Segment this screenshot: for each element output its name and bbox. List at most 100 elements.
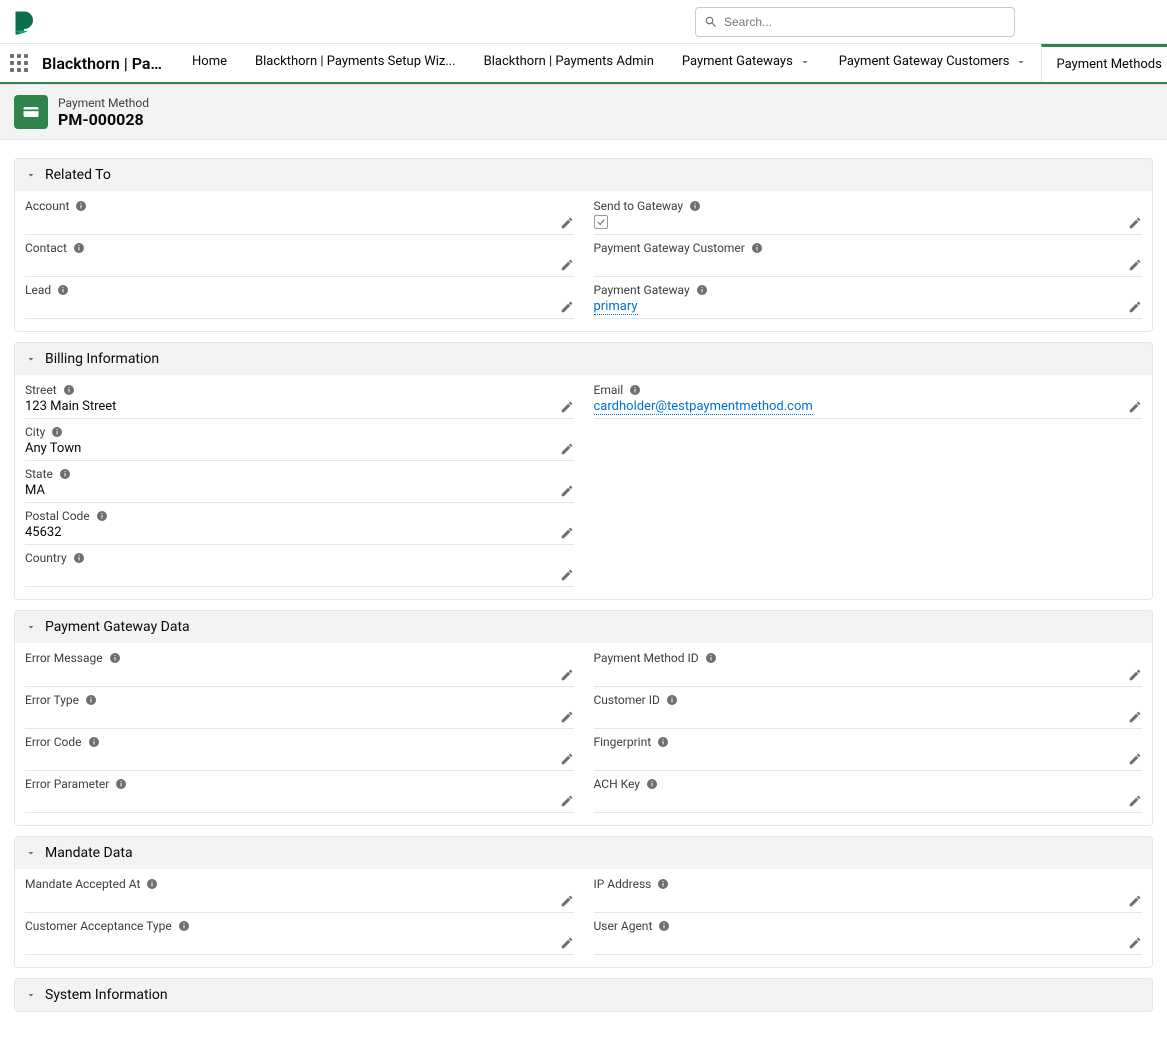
pencil-icon[interactable] xyxy=(560,484,574,498)
nav-tab[interactable]: Blackthorn | Payments Admin xyxy=(470,44,668,82)
field-label: Contact xyxy=(25,241,67,255)
info-icon[interactable] xyxy=(696,284,708,296)
info-icon[interactable] xyxy=(115,778,127,790)
section-mandate-data: Mandate Data Mandate Accepted AtCustomer… xyxy=(14,836,1153,968)
chevron-down-icon[interactable] xyxy=(799,56,811,68)
field-value: 123 Main Street xyxy=(25,399,116,414)
info-icon[interactable] xyxy=(63,384,75,396)
form-field: Fingerprint xyxy=(594,731,1143,773)
info-icon[interactable] xyxy=(75,200,87,212)
section-header[interactable]: Billing Information xyxy=(15,343,1152,375)
nav-tab-label: Payment Gateway Customers xyxy=(839,54,1010,69)
chevron-down-icon xyxy=(25,847,37,859)
field-label: Lead xyxy=(25,283,51,297)
link[interactable]: cardholder@testpaymentmethod.com xyxy=(594,399,813,415)
pencil-icon[interactable] xyxy=(560,894,574,908)
info-icon[interactable] xyxy=(146,878,158,890)
field-label: Mandate Accepted At xyxy=(25,877,140,891)
pencil-icon[interactable] xyxy=(1128,894,1142,908)
form-field: Lead xyxy=(25,279,574,321)
info-icon[interactable] xyxy=(96,510,108,522)
info-icon[interactable] xyxy=(657,878,669,890)
detail-panel: Related To AccountContactLead Send to Ga… xyxy=(0,140,1167,1042)
pencil-icon[interactable] xyxy=(1128,752,1142,766)
search-input[interactable] xyxy=(724,15,1006,29)
pencil-icon[interactable] xyxy=(560,216,574,230)
chevron-down-icon[interactable] xyxy=(1015,56,1027,68)
pencil-icon[interactable] xyxy=(560,568,574,582)
pencil-icon[interactable] xyxy=(560,752,574,766)
form-field: Error Type xyxy=(25,689,574,731)
nav-tab[interactable]: Payment Gateway Customers xyxy=(825,44,1042,82)
chevron-down-icon xyxy=(25,621,37,633)
section-header[interactable]: Mandate Data xyxy=(15,837,1152,869)
pencil-icon[interactable] xyxy=(560,710,574,724)
pencil-icon[interactable] xyxy=(560,794,574,808)
pencil-icon[interactable] xyxy=(1128,258,1142,272)
nav-bar: Blackthorn | Payme... HomeBlackthorn | P… xyxy=(0,44,1167,84)
field-label: Account xyxy=(25,199,69,213)
link[interactable]: primary xyxy=(594,299,638,315)
form-field: ACH Key xyxy=(594,773,1143,815)
pencil-icon[interactable] xyxy=(560,258,574,272)
pencil-icon[interactable] xyxy=(1128,710,1142,724)
section-header[interactable]: System Information xyxy=(15,979,1152,1011)
field-label: Customer ID xyxy=(594,693,660,707)
info-icon[interactable] xyxy=(85,694,97,706)
pencil-icon[interactable] xyxy=(560,442,574,456)
pencil-icon[interactable] xyxy=(1128,300,1142,314)
info-icon[interactable] xyxy=(646,778,658,790)
info-icon[interactable] xyxy=(178,920,190,932)
info-icon[interactable] xyxy=(73,552,85,564)
section-title: Related To xyxy=(45,167,111,183)
field-label: Error Code xyxy=(25,735,82,749)
info-icon[interactable] xyxy=(73,242,85,254)
chevron-down-icon xyxy=(25,989,37,1001)
field-label: Payment Gateway Customer xyxy=(594,241,745,255)
checkbox[interactable] xyxy=(594,215,608,229)
pencil-icon[interactable] xyxy=(560,526,574,540)
section-header[interactable]: Payment Gateway Data xyxy=(15,611,1152,643)
nav-tab[interactable]: Home xyxy=(178,44,241,82)
info-icon[interactable] xyxy=(658,920,670,932)
pencil-icon[interactable] xyxy=(1128,400,1142,414)
field-label: Error Parameter xyxy=(25,777,109,791)
field-label: Payment Gateway xyxy=(594,283,690,297)
record-title: PM-000028 xyxy=(58,110,149,129)
pencil-icon[interactable] xyxy=(1128,936,1142,950)
nav-tab[interactable]: Blackthorn | Payments Setup Wiz... xyxy=(241,44,470,82)
info-icon[interactable] xyxy=(88,736,100,748)
pencil-icon[interactable] xyxy=(560,300,574,314)
info-icon[interactable] xyxy=(689,200,701,212)
pencil-icon[interactable] xyxy=(560,936,574,950)
info-icon[interactable] xyxy=(705,652,717,664)
pencil-icon[interactable] xyxy=(1128,668,1142,682)
info-icon[interactable] xyxy=(57,284,69,296)
info-icon[interactable] xyxy=(751,242,763,254)
form-field: Error Message xyxy=(25,647,574,689)
nav-tab-label: Payment Gateways xyxy=(682,54,793,69)
field-value: MA xyxy=(25,483,45,498)
info-icon[interactable] xyxy=(109,652,121,664)
form-field: Country xyxy=(25,547,574,589)
info-icon[interactable] xyxy=(51,426,63,438)
field-value: primary xyxy=(594,299,638,314)
info-icon[interactable] xyxy=(629,384,641,396)
pencil-icon[interactable] xyxy=(1128,216,1142,230)
nav-tab[interactable]: Payment Methods xyxy=(1041,44,1167,82)
section-header[interactable]: Related To xyxy=(15,159,1152,191)
global-search[interactable] xyxy=(695,7,1015,37)
info-icon[interactable] xyxy=(59,468,71,480)
form-field: Payment Method ID xyxy=(594,647,1143,689)
field-label: Postal Code xyxy=(25,509,90,523)
pencil-icon[interactable] xyxy=(560,400,574,414)
pencil-icon[interactable] xyxy=(1128,794,1142,808)
info-icon[interactable] xyxy=(657,736,669,748)
record-header: Payment Method PM-000028 xyxy=(0,84,1167,140)
info-icon[interactable] xyxy=(666,694,678,706)
app-launcher[interactable] xyxy=(0,54,38,72)
section-title: Billing Information xyxy=(45,351,159,367)
section-payment-gateway-data: Payment Gateway Data Error MessageError … xyxy=(14,610,1153,826)
nav-tab[interactable]: Payment Gateways xyxy=(668,44,825,82)
pencil-icon[interactable] xyxy=(560,668,574,682)
